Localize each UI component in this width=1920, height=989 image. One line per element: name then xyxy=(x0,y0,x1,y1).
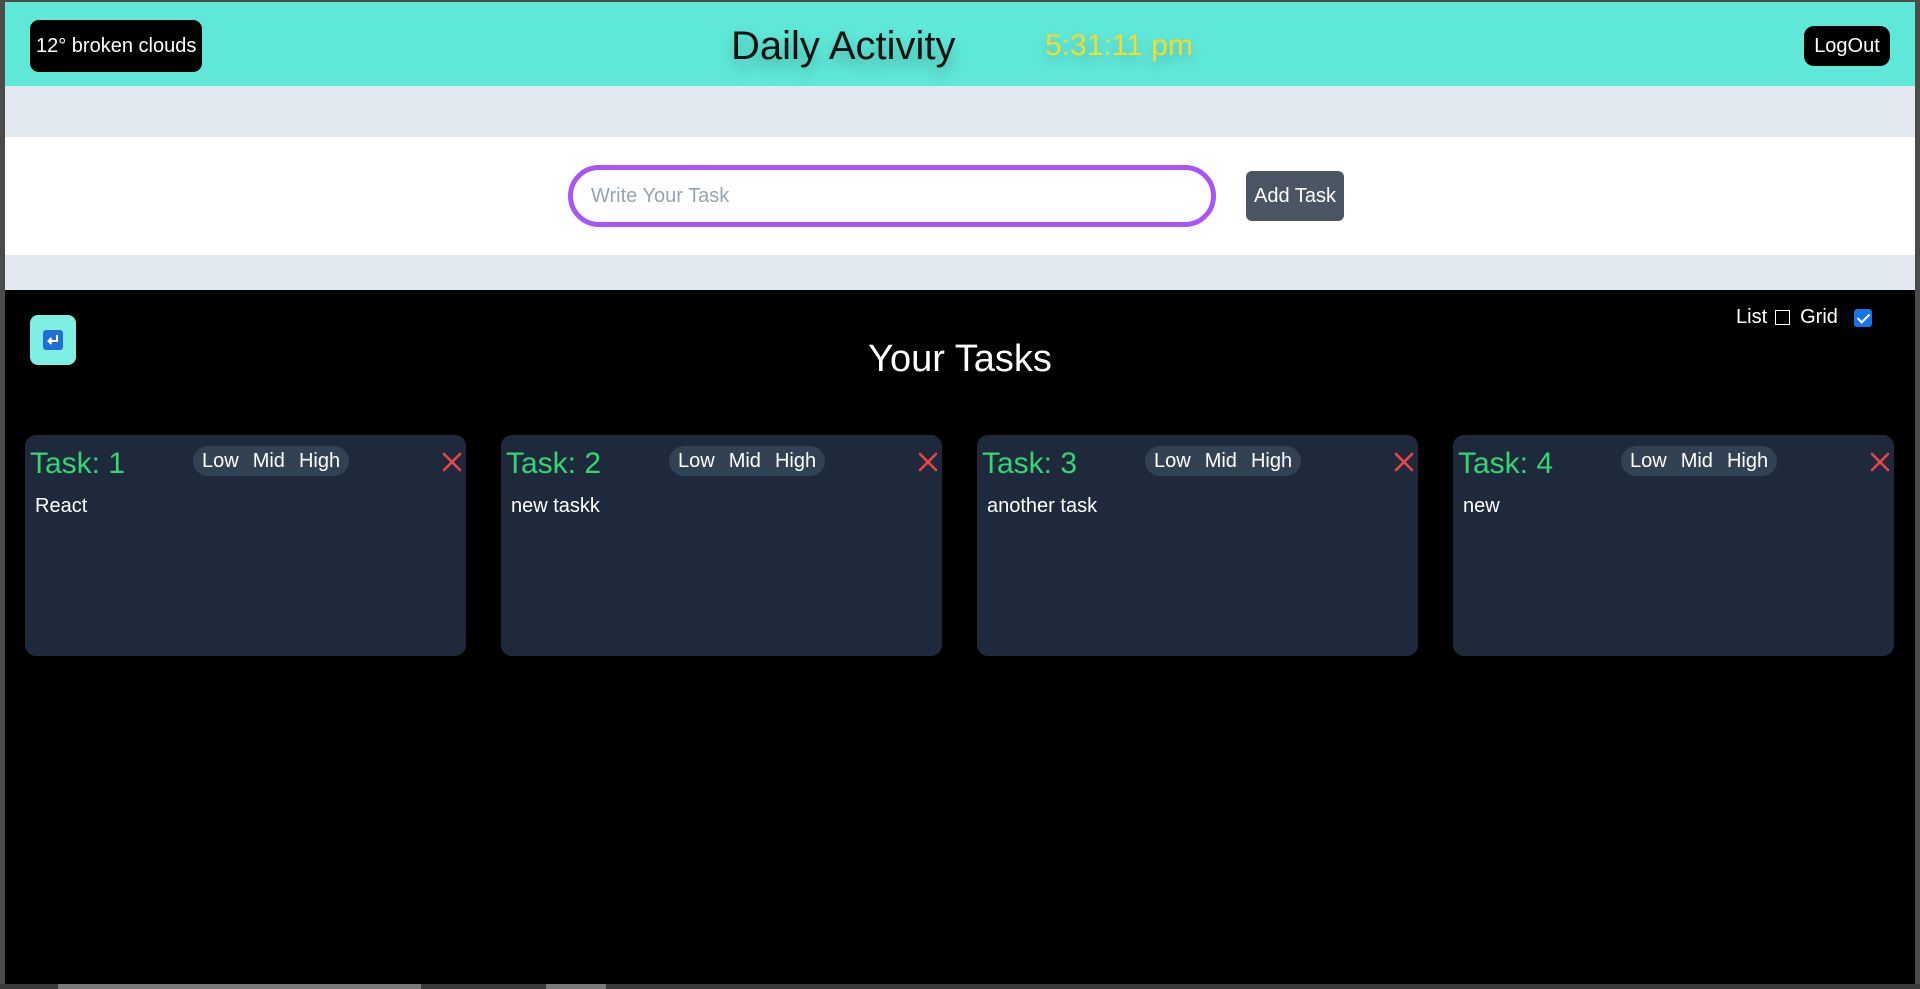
priority-mid[interactable]: Mid xyxy=(1681,450,1713,473)
scrollbar-thumb[interactable] xyxy=(546,984,606,989)
delete-icon[interactable] xyxy=(1392,450,1416,474)
priority-low[interactable]: Low xyxy=(1154,450,1191,473)
task-title: Task: 4 xyxy=(1458,447,1554,480)
priority-high[interactable]: High xyxy=(775,450,816,473)
add-task-button[interactable]: Add Task xyxy=(1246,171,1344,221)
list-label: List xyxy=(1736,306,1768,328)
priority-mid[interactable]: Mid xyxy=(729,450,761,473)
priority-high[interactable]: High xyxy=(1251,450,1292,473)
task-input[interactable] xyxy=(568,165,1216,227)
page-title: Daily Activity xyxy=(731,24,956,68)
task-title: Task: 1 xyxy=(30,447,126,480)
task-title: Task: 2 xyxy=(506,447,602,480)
grid-checkbox[interactable] xyxy=(1853,308,1872,327)
task-card: Task: 3 Low Mid High another task xyxy=(977,435,1418,656)
task-card: Task: 1 Low Mid High React xyxy=(25,435,466,656)
delete-icon[interactable] xyxy=(440,450,464,474)
delete-icon[interactable] xyxy=(1868,450,1892,474)
task-title: Task: 3 xyxy=(982,447,1078,480)
priority-low[interactable]: Low xyxy=(1630,450,1667,473)
priority-low[interactable]: Low xyxy=(202,450,239,473)
priority-low[interactable]: Low xyxy=(678,450,715,473)
grid-label: Grid xyxy=(1800,306,1838,328)
priority-selector: Low Mid High xyxy=(1145,446,1302,476)
task-text: React xyxy=(35,495,88,517)
priority-high[interactable]: High xyxy=(1727,450,1768,473)
priority-selector: Low Mid High xyxy=(669,446,826,476)
delete-icon[interactable] xyxy=(916,450,940,474)
weather-badge: 12° broken clouds xyxy=(30,20,203,72)
task-card: Task: 2 Low Mid High new taskk xyxy=(501,435,942,656)
view-toggle: List Grid xyxy=(1736,306,1878,329)
priority-high[interactable]: High xyxy=(299,450,340,473)
app-window: 12° broken clouds Daily Activity 5:31:11… xyxy=(5,2,1915,984)
priority-selector: Low Mid High xyxy=(1621,446,1778,476)
priority-mid[interactable]: Mid xyxy=(1205,450,1237,473)
tasks-heading: Your Tasks xyxy=(868,338,1052,380)
clock-display: 5:31:11 pm xyxy=(1045,29,1193,62)
priority-selector: Low Mid High xyxy=(193,446,350,476)
logout-button[interactable]: LogOut xyxy=(1804,26,1890,66)
task-text: new taskk xyxy=(511,495,600,517)
task-text: another task xyxy=(987,495,1098,517)
header-bar: 12° broken clouds Daily Activity 5:31:11… xyxy=(5,2,1915,86)
task-card: Task: 4 Low Mid High new xyxy=(1453,435,1894,656)
scrollbar-thumb[interactable] xyxy=(58,984,421,989)
list-checkbox[interactable] xyxy=(1775,310,1791,325)
header-spacer xyxy=(5,86,1915,137)
form-spacer xyxy=(5,255,1915,290)
task-text: new xyxy=(1463,495,1500,517)
priority-mid[interactable]: Mid xyxy=(253,450,285,473)
